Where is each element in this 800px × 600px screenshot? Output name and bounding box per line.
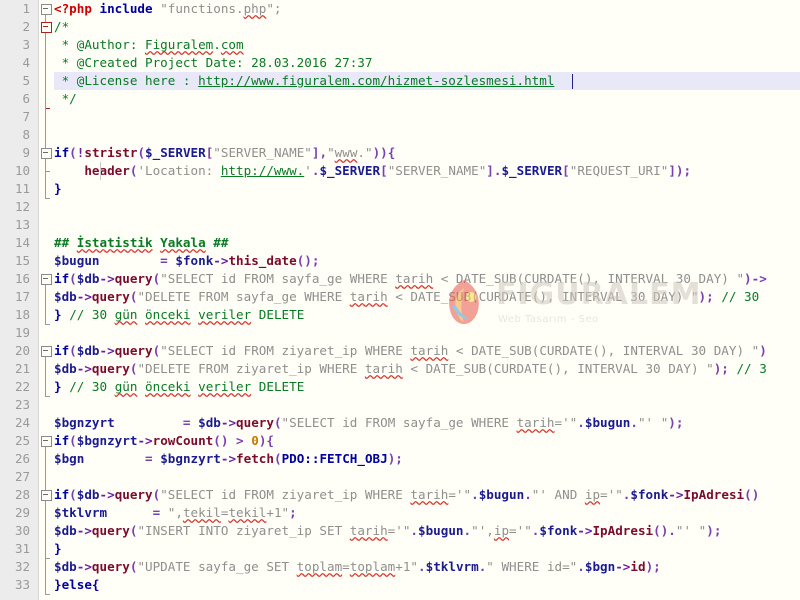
line-number-24: 24 bbox=[14, 415, 30, 430]
indent-guide bbox=[100, 162, 101, 180]
line-number-21: 21 bbox=[14, 361, 30, 376]
code-line-6[interactable]: */ bbox=[54, 90, 800, 108]
line-number-15: 15 bbox=[14, 253, 30, 268]
line-number-29: 29 bbox=[14, 505, 30, 520]
code-line-10[interactable]: header('Location: http://www.'.$_SERVER[… bbox=[54, 162, 800, 180]
fold-toggle-line-1[interactable] bbox=[41, 4, 52, 15]
line-number-32: 32 bbox=[14, 559, 30, 574]
line-number-5: 5 bbox=[22, 73, 30, 88]
code-line-32[interactable]: $db->query("UPDATE sayfa_ge SET toplam=t… bbox=[54, 558, 800, 576]
code-line-1[interactable]: <?php include "functions.php"; bbox=[54, 0, 800, 18]
code-line-20[interactable]: if($db->query("SELECT id FROM ziyaret_ip… bbox=[54, 342, 800, 360]
fold-guide-end bbox=[45, 558, 50, 559]
code-line-19[interactable] bbox=[54, 324, 800, 342]
fold-guide-end bbox=[45, 198, 50, 199]
code-line-17[interactable]: $db->query("DELETE FROM sayfa_ge WHERE t… bbox=[54, 288, 800, 306]
line-number-3: 3 bbox=[22, 37, 30, 52]
code-line-29[interactable]: $tklvrm = ",tekil=tekil+1"; bbox=[54, 504, 800, 522]
fold-toggle-line-28[interactable] bbox=[41, 490, 52, 501]
line-number-19: 19 bbox=[14, 325, 30, 340]
code-line-33[interactable]: }else{ bbox=[54, 576, 800, 594]
line-number-6: 6 bbox=[22, 91, 30, 106]
fold-toggle-line-20[interactable] bbox=[41, 346, 52, 357]
fold-toggle-line-9[interactable] bbox=[41, 148, 52, 159]
code-line-31[interactable]: } bbox=[54, 540, 800, 558]
code-line-25[interactable]: if($bgnzyrt->rowCount() > 0){ bbox=[54, 432, 800, 450]
code-line-5[interactable]: * @License here : http://www.figuralem.c… bbox=[54, 72, 800, 90]
line-number-7: 7 bbox=[22, 109, 30, 124]
line-number-gutter[interactable]: 1 2 3 4 5 6 7 8 9 10 11 12 13 14 15 16 17 18 19 20 21 22 23 24 2… bbox=[0, 0, 39, 600]
code-line-8[interactable] bbox=[54, 126, 800, 144]
fold-guide-line bbox=[45, 283, 46, 324]
line-number-18: 18 bbox=[14, 307, 30, 322]
code-line-7[interactable] bbox=[54, 108, 800, 126]
line-number-4: 4 bbox=[22, 55, 30, 70]
line-number-27: 27 bbox=[14, 469, 30, 484]
fold-toggle-line-25[interactable] bbox=[41, 436, 52, 447]
fold-guide-end bbox=[45, 324, 50, 325]
code-editor[interactable]: FIGURALEM Web Tasarım - Seo 1 2 3 4 5 6 7 8 9 10 1… bbox=[0, 0, 800, 600]
code-content[interactable]: <?php include "functions.php"; /* * @Aut… bbox=[54, 0, 800, 600]
code-line-28[interactable]: if($db->query("SELECT id FROM ziyaret_ip… bbox=[54, 486, 800, 504]
line-number-25: 25 bbox=[14, 433, 30, 448]
line-number-10: 10 bbox=[14, 163, 30, 178]
line-number-17: 17 bbox=[14, 289, 30, 304]
code-line-26[interactable]: $bgn = $bgnzyrt->fetch(PDO::FETCH_OBJ); bbox=[54, 450, 800, 468]
line-number-1: 1 bbox=[22, 1, 30, 16]
fold-toggle-line-2[interactable] bbox=[41, 22, 52, 33]
line-number-11: 11 bbox=[14, 181, 30, 196]
code-line-9[interactable]: if(!stristr($_SERVER["SERVER_NAME"],"www… bbox=[54, 144, 800, 162]
fold-guide-line bbox=[45, 157, 46, 198]
line-number-8: 8 bbox=[22, 127, 30, 142]
text-caret bbox=[572, 74, 573, 89]
fold-guide-line bbox=[45, 355, 46, 396]
line-number-28: 28 bbox=[14, 487, 30, 502]
code-line-12[interactable] bbox=[54, 198, 800, 216]
line-number-30: 30 bbox=[14, 523, 30, 538]
code-line-4[interactable]: * @Created Project Date: 28.03.2016 27:3… bbox=[54, 54, 800, 72]
line-number-13: 13 bbox=[14, 217, 30, 232]
code-line-27[interactable] bbox=[54, 468, 800, 486]
code-line-24[interactable]: $bgnzyrt = $db->query("SELECT id FROM sa… bbox=[54, 414, 800, 432]
line-number-33: 33 bbox=[14, 577, 30, 592]
code-line-23[interactable] bbox=[54, 396, 800, 414]
line-number-9: 9 bbox=[22, 145, 30, 160]
line-number-26: 26 bbox=[14, 451, 30, 466]
line-number-16: 16 bbox=[14, 271, 30, 286]
code-line-30[interactable]: $db->query("INSERT INTO ziyaret_ip SET t… bbox=[54, 522, 800, 540]
code-line-11[interactable]: } bbox=[54, 180, 800, 198]
code-line-13[interactable] bbox=[54, 216, 800, 234]
code-line-2[interactable]: /* bbox=[54, 18, 800, 36]
line-number-14: 14 bbox=[14, 235, 30, 250]
line-number-22: 22 bbox=[14, 379, 30, 394]
fold-guide-end bbox=[45, 396, 50, 397]
line-number-12: 12 bbox=[14, 199, 30, 214]
code-line-15[interactable]: $bugun = $fonk->this_date(); bbox=[54, 252, 800, 270]
line-number-20: 20 bbox=[14, 343, 30, 358]
code-line-21[interactable]: $db->query("DELETE FROM ziyaret_ip WHERE… bbox=[54, 360, 800, 378]
code-line-14[interactable]: ## İstatistik Yakala ## bbox=[54, 234, 800, 252]
code-line-18[interactable]: } // 30 gün önceki veriler DELETE bbox=[54, 306, 800, 324]
code-line-22[interactable]: } // 30 gün önceki veriler DELETE bbox=[54, 378, 800, 396]
fold-guide-line bbox=[45, 499, 46, 558]
fold-guide-end bbox=[45, 594, 50, 595]
code-line-3[interactable]: * @Author: Figuralem.com bbox=[54, 36, 800, 54]
code-line-16[interactable]: if($db->query("SELECT id FROM sayfa_ge W… bbox=[54, 270, 800, 288]
code-folding-strip[interactable] bbox=[39, 0, 54, 600]
line-number-23: 23 bbox=[14, 397, 30, 412]
line-number-31: 31 bbox=[14, 541, 30, 556]
line-number-2: 2 bbox=[22, 19, 30, 34]
fold-toggle-line-16[interactable] bbox=[41, 274, 52, 285]
